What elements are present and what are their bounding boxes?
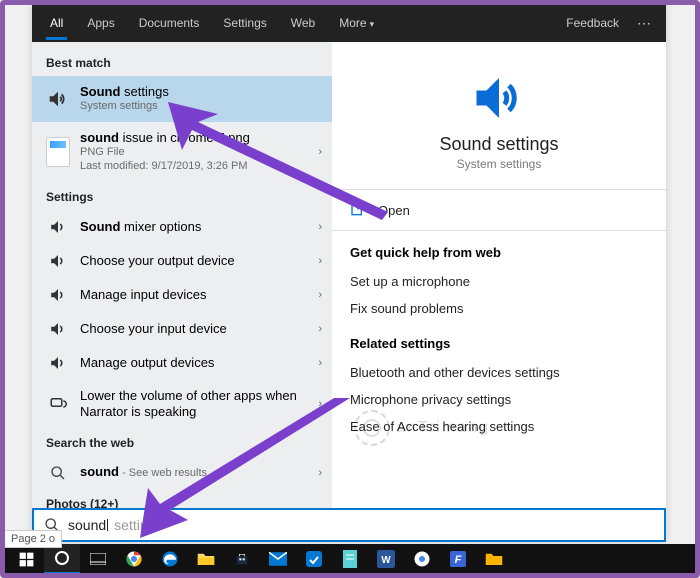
chevron-right-icon: ›	[318, 289, 322, 301]
section-settings: Settings	[32, 182, 332, 210]
result-png-file[interactable]: sound issue in chrome 7.png PNG File Las…	[32, 122, 332, 182]
related-mic-privacy[interactable]: Microphone privacy settings	[350, 386, 648, 413]
sound-icon	[46, 252, 70, 270]
chevron-right-icon: ›	[318, 398, 322, 410]
setting-output-device[interactable]: Choose your output device ›	[32, 244, 332, 278]
quick-help-heading: Get quick help from web	[350, 245, 648, 260]
taskbar: W F	[4, 544, 696, 574]
taskbar-app-blue[interactable]	[296, 544, 332, 574]
chevron-right-icon: ›	[318, 357, 322, 369]
page-indicator: Page 2 o	[4, 530, 62, 548]
more-options-button[interactable]: ⋯	[629, 15, 660, 32]
result-sound-settings[interactable]: Sound settings System settings	[32, 76, 332, 122]
tab-web[interactable]: Web	[279, 6, 327, 40]
feedback-link[interactable]: Feedback	[556, 16, 629, 30]
search-icon	[46, 465, 70, 481]
tab-apps[interactable]: Apps	[75, 6, 126, 40]
sound-icon	[46, 88, 70, 110]
tab-all[interactable]: All	[38, 6, 75, 40]
taskbar-chrome[interactable]	[116, 544, 152, 574]
cortana-button[interactable]	[44, 544, 80, 574]
related-ease-access[interactable]: Ease of Access hearing settings	[350, 413, 648, 440]
chevron-right-icon: ›	[318, 221, 322, 233]
taskbar-edge[interactable]	[152, 544, 188, 574]
section-photos: Photos (12+)	[32, 489, 332, 508]
taskbar-folder-yellow[interactable]	[476, 544, 512, 574]
help-fix-sound[interactable]: Fix sound problems	[350, 295, 648, 322]
help-setup-mic[interactable]: Set up a microphone	[350, 268, 648, 295]
preview-subtitle: System settings	[350, 157, 648, 171]
setting-input-device[interactable]: Choose your input device ›	[32, 312, 332, 346]
taskbar-notepad[interactable]	[332, 544, 368, 574]
taskbar-store[interactable]	[224, 544, 260, 574]
sound-icon	[46, 218, 70, 236]
narrator-icon	[46, 395, 70, 413]
setting-sound-mixer[interactable]: Sound mixer options ›	[32, 210, 332, 244]
taskbar-file-explorer[interactable]	[188, 544, 224, 574]
setting-manage-output[interactable]: Manage output devices ›	[32, 346, 332, 380]
task-view-button[interactable]	[80, 544, 116, 574]
sound-icon	[46, 320, 70, 338]
setting-lower-volume[interactable]: Lower the volume of other apps when Narr…	[32, 380, 332, 429]
taskbar-chrome-2[interactable]	[404, 544, 440, 574]
preview-title: Sound settings	[350, 134, 648, 155]
search-input[interactable]: sound settings	[32, 508, 666, 542]
sound-icon	[350, 68, 648, 128]
open-action[interactable]: Open	[350, 190, 648, 230]
results-list: Best match Sound settings System setting…	[32, 42, 332, 508]
section-search-web: Search the web	[32, 428, 332, 456]
start-button[interactable]	[8, 544, 44, 574]
sound-icon	[46, 286, 70, 304]
chevron-down-icon: ▾	[370, 19, 375, 29]
related-bluetooth[interactable]: Bluetooth and other devices settings	[350, 359, 648, 386]
search-suggestion-ghost: settings	[114, 517, 162, 533]
preview-pane: Sound settings System settings Open Get …	[332, 42, 666, 508]
sound-icon	[46, 354, 70, 372]
open-icon	[350, 202, 366, 218]
taskbar-app-f[interactable]: F	[440, 544, 476, 574]
search-body: Best match Sound settings System setting…	[32, 42, 666, 508]
chevron-right-icon: ›	[318, 323, 322, 335]
chevron-right-icon: ›	[318, 467, 322, 479]
chevron-right-icon: ›	[318, 146, 322, 158]
search-typed-text: sound	[68, 517, 106, 533]
taskbar-word[interactable]: W	[368, 544, 404, 574]
image-file-icon	[46, 137, 70, 167]
search-filter-tabs: All Apps Documents Settings Web More▾ Fe…	[32, 4, 666, 42]
search-panel: All Apps Documents Settings Web More▾ Fe…	[32, 4, 666, 542]
svg-text:F: F	[455, 554, 462, 566]
taskbar-mail[interactable]	[260, 544, 296, 574]
tab-settings[interactable]: Settings	[211, 6, 278, 40]
web-result-sound[interactable]: sound - See web results ›	[32, 456, 332, 489]
setting-manage-input[interactable]: Manage input devices ›	[32, 278, 332, 312]
tab-documents[interactable]: Documents	[127, 6, 212, 40]
svg-text:W: W	[381, 555, 391, 566]
chevron-right-icon: ›	[318, 255, 322, 267]
section-best-match: Best match	[32, 48, 332, 76]
related-heading: Related settings	[350, 336, 648, 351]
tab-more[interactable]: More▾	[327, 6, 386, 40]
